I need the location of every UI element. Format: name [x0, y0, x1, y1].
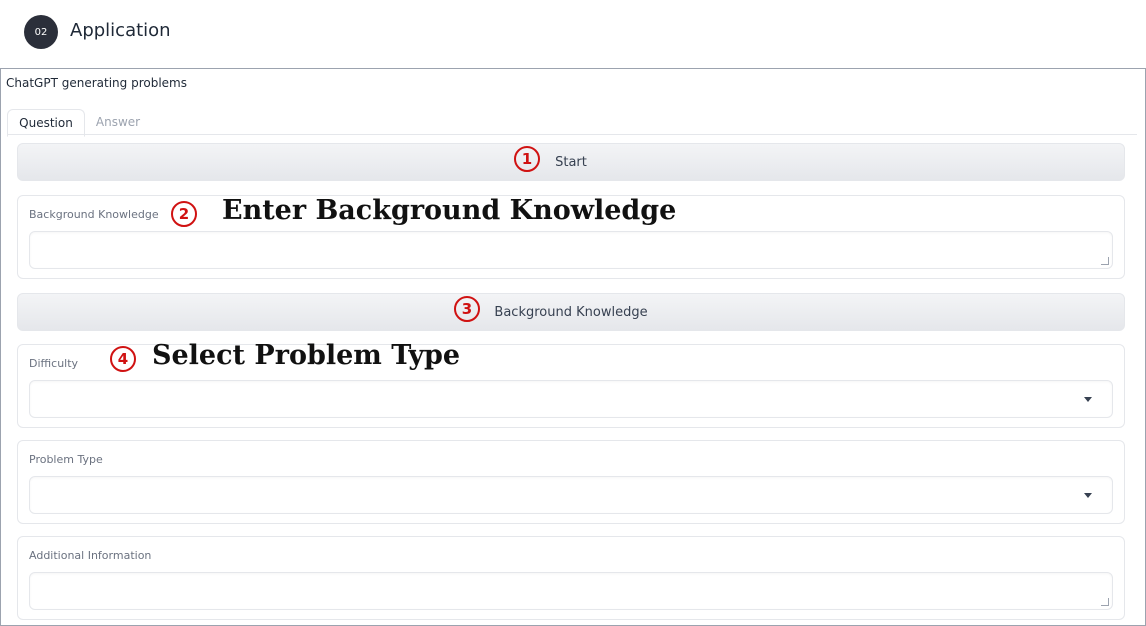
resize-handle-icon[interactable]: [1101, 257, 1109, 265]
additional-information-input[interactable]: [29, 572, 1113, 610]
annotation-enter-background: Enter Background Knowledge: [222, 195, 677, 226]
section-title: Application: [70, 20, 171, 41]
additional-information-block: Additional Information: [17, 536, 1125, 620]
annotation-number-4: 4: [110, 346, 136, 372]
problem-type-label: Problem Type: [29, 453, 103, 466]
tab-divider: [7, 134, 1137, 135]
panel-title: ChatGPT generating problems: [6, 76, 187, 90]
start-button-label: Start: [555, 154, 587, 170]
background-knowledge-input[interactable]: [29, 231, 1113, 269]
annotation-number-2: 2: [171, 201, 197, 227]
annotation-select-problem-type: Select Problem Type: [152, 340, 461, 371]
section-header: 02 Application: [0, 0, 1146, 68]
additional-information-label: Additional Information: [29, 549, 152, 562]
problem-type-select[interactable]: [29, 476, 1113, 514]
background-knowledge-button[interactable]: Background Knowledge: [17, 293, 1125, 331]
annotation-number-1: 1: [514, 146, 540, 172]
chevron-down-icon[interactable]: [1084, 493, 1092, 498]
tab-question[interactable]: Question: [7, 109, 85, 137]
resize-handle-icon[interactable]: [1101, 598, 1109, 606]
difficulty-label: Difficulty: [29, 357, 79, 370]
tab-answer[interactable]: Answer: [87, 109, 149, 135]
background-knowledge-button-label: Background Knowledge: [494, 304, 648, 320]
background-knowledge-label: Background Knowledge: [29, 208, 159, 221]
annotation-number-3: 3: [454, 296, 480, 322]
difficulty-select[interactable]: [29, 380, 1113, 418]
step-badge: 02: [24, 15, 58, 49]
chevron-down-icon[interactable]: [1084, 397, 1092, 402]
problem-type-block: Problem Type: [17, 440, 1125, 524]
start-button[interactable]: Start: [17, 143, 1125, 181]
